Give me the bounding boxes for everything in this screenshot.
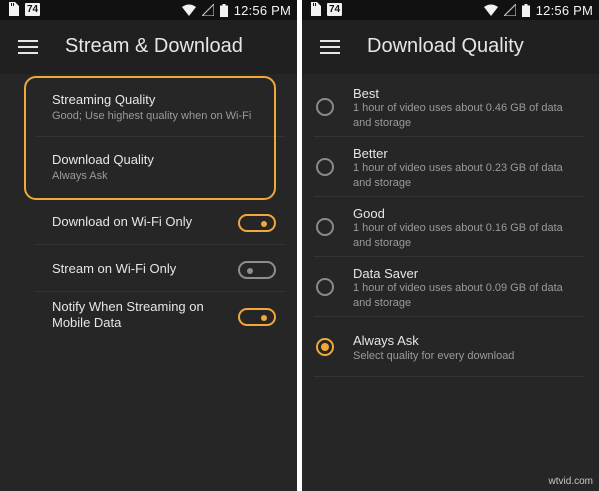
divider [36,244,285,245]
divider [314,136,585,137]
status-badge: 74 [327,2,343,16]
option-desc: and storage [353,297,412,309]
option-desc: and storage [353,237,412,249]
radio-always-ask[interactable] [316,338,334,356]
option-desc: 1 hour of video uses about 0.09 GB of da… [353,282,563,294]
option-desc: Select quality for every download [353,350,515,362]
signal-icon [503,4,516,16]
stream-wifi-only-label: Stream on Wi-Fi Only [52,261,177,276]
sd-card-icon [9,2,19,16]
option-desc: 1 hour of video uses about 0.46 GB of da… [353,102,563,114]
download-quality-screen: 74 12:56 PM Download Quality Best 1 hour… [302,0,599,491]
battery-icon [521,3,530,17]
divider [36,291,285,292]
option-title: Always Ask [353,333,419,348]
menu-icon[interactable] [320,40,340,54]
divider [314,316,585,317]
download-wifi-only-label: Download on Wi-Fi Only [52,214,193,229]
option-desc: 1 hour of video uses about 0.23 GB of da… [353,162,563,174]
app-bar: Stream & Download [0,20,297,74]
radio-better[interactable] [316,158,334,176]
status-time: 12:56 PM [233,2,291,18]
status-time: 12:56 PM [535,2,593,18]
sd-card-icon [311,2,321,16]
menu-icon[interactable] [18,40,38,54]
notify-mobile-data-label-line2: Mobile Data [52,315,122,330]
radio-good[interactable] [316,218,334,236]
wifi-icon [483,4,498,16]
option-desc: and storage [353,177,412,189]
signal-icon [201,4,214,16]
option-title: Data Saver [353,266,419,281]
page-title: Download Quality [367,35,524,57]
page-title: Stream & Download [65,35,243,57]
stream-wifi-only-toggle[interactable] [238,261,276,279]
status-bar: 74 12:56 PM [302,0,599,20]
watermark: wtvid.com [548,476,593,487]
download-wifi-only-toggle[interactable] [238,214,276,232]
battery-icon [219,3,228,17]
option-desc: and storage [353,117,412,129]
option-desc: 1 hour of video uses about 0.16 GB of da… [353,222,563,234]
divider [314,256,585,257]
radio-best[interactable] [316,98,334,116]
option-title: Good [353,206,385,221]
app-bar: Download Quality [302,20,599,74]
wifi-icon [181,4,196,16]
highlight-outline [24,76,276,200]
status-badge: 74 [25,2,41,16]
option-title: Best [353,86,380,101]
divider [314,376,585,377]
notify-mobile-data-label-line1: Notify When Streaming on [52,299,204,314]
notify-mobile-data-toggle[interactable] [238,308,276,326]
status-bar: 74 12:56 PM [0,0,297,20]
radio-data-saver[interactable] [316,278,334,296]
divider [314,196,585,197]
stream-download-screen: 74 12:56 PM Stream & Download Streaming … [0,0,297,491]
option-title: Better [353,146,388,161]
